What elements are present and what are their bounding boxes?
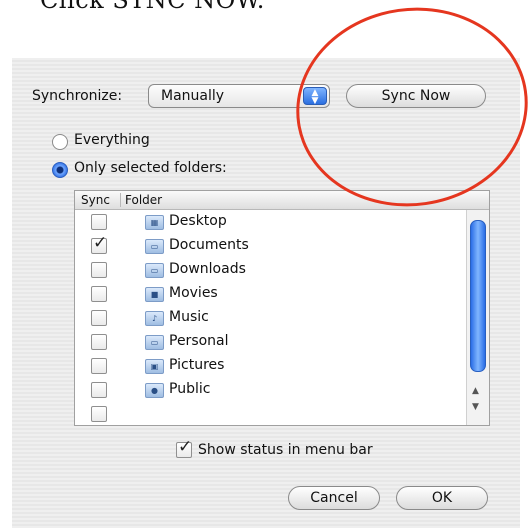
table-header: Sync Folder	[75, 191, 489, 210]
sync-checkbox[interactable]	[91, 358, 107, 374]
sync-now-button[interactable]: Sync Now	[346, 84, 486, 108]
folder-icon: ♪	[145, 311, 164, 326]
folder-name: Pictures	[169, 357, 225, 373]
sync-checkbox[interactable]	[91, 310, 107, 326]
only-selected-label: Only selected folders:	[74, 160, 227, 176]
folder-icon: ■	[145, 287, 164, 302]
sync-checkbox[interactable]	[91, 214, 107, 230]
folder-name: Downloads	[169, 261, 246, 277]
folder-name: Documents	[169, 237, 249, 253]
folder-icon: ▣	[145, 359, 164, 374]
scroll-thumb[interactable]	[470, 220, 486, 372]
table-row[interactable]: ▭ Downloads	[75, 259, 465, 283]
folder-name: Public	[169, 381, 211, 397]
column-folder[interactable]: Folder	[125, 193, 162, 207]
vertical-scrollbar[interactable]: ▲ ▼	[466, 210, 489, 425]
column-sync[interactable]: Sync	[81, 193, 110, 207]
sync-checkbox[interactable]	[91, 382, 107, 398]
cancel-button[interactable]: Cancel	[288, 486, 380, 510]
folder-table: Sync Folder ▦ Desktop ✓ ▭ Documents ▭ Download…	[74, 190, 490, 426]
folder-name: Personal	[169, 333, 229, 349]
folder-icon: ▦	[145, 215, 164, 230]
table-row[interactable]: ■ Movies	[75, 283, 465, 307]
table-row[interactable]: ▣ Pictures	[75, 355, 465, 379]
checkmark-icon: ✓	[178, 437, 193, 457]
sync-checkbox[interactable]	[91, 286, 107, 302]
everything-radio[interactable]	[52, 134, 68, 150]
sync-checkbox[interactable]: ✓	[91, 233, 107, 254]
synchronize-label: Synchronize:	[32, 88, 123, 104]
table-row[interactable]: ✓ ▭ Documents	[75, 233, 465, 259]
folder-icon: ▭	[145, 335, 164, 350]
folder-name: Desktop	[169, 213, 227, 229]
ok-button[interactable]: OK	[396, 486, 488, 510]
show-status-checkbox[interactable]: ✓	[176, 437, 192, 458]
only-selected-radio[interactable]	[52, 162, 68, 178]
folder-icon: ●	[145, 383, 164, 398]
table-row[interactable]: ▭ Personal	[75, 331, 465, 355]
checkmark-icon: ✓	[93, 233, 108, 253]
scroll-down-icon[interactable]: ▼	[472, 402, 479, 412]
synchronize-popup[interactable]: Manually ▲ ▼	[148, 84, 330, 108]
table-row[interactable]: ● Public	[75, 379, 465, 403]
folder-name: Music	[169, 309, 209, 325]
sync-checkbox[interactable]	[91, 262, 107, 278]
popup-arrows-icon: ▲ ▼	[303, 87, 327, 106]
folder-icon: ▭	[145, 239, 164, 254]
scroll-up-icon[interactable]: ▲	[472, 386, 479, 396]
synchronize-value: Manually	[161, 88, 225, 104]
table-row[interactable]: ♪ Music	[75, 307, 465, 331]
table-row[interactable]	[75, 403, 465, 425]
folder-name: Movies	[169, 285, 218, 301]
folder-icon: ▭	[145, 263, 164, 278]
instruction-text: Click SYNC NOW.	[40, 0, 265, 14]
table-row[interactable]: ▦ Desktop	[75, 211, 465, 235]
sync-checkbox[interactable]	[91, 334, 107, 350]
everything-label: Everything	[74, 132, 150, 148]
show-status-label: Show status in menu bar	[198, 442, 373, 458]
sync-checkbox[interactable]	[91, 406, 107, 422]
column-separator	[120, 193, 121, 207]
